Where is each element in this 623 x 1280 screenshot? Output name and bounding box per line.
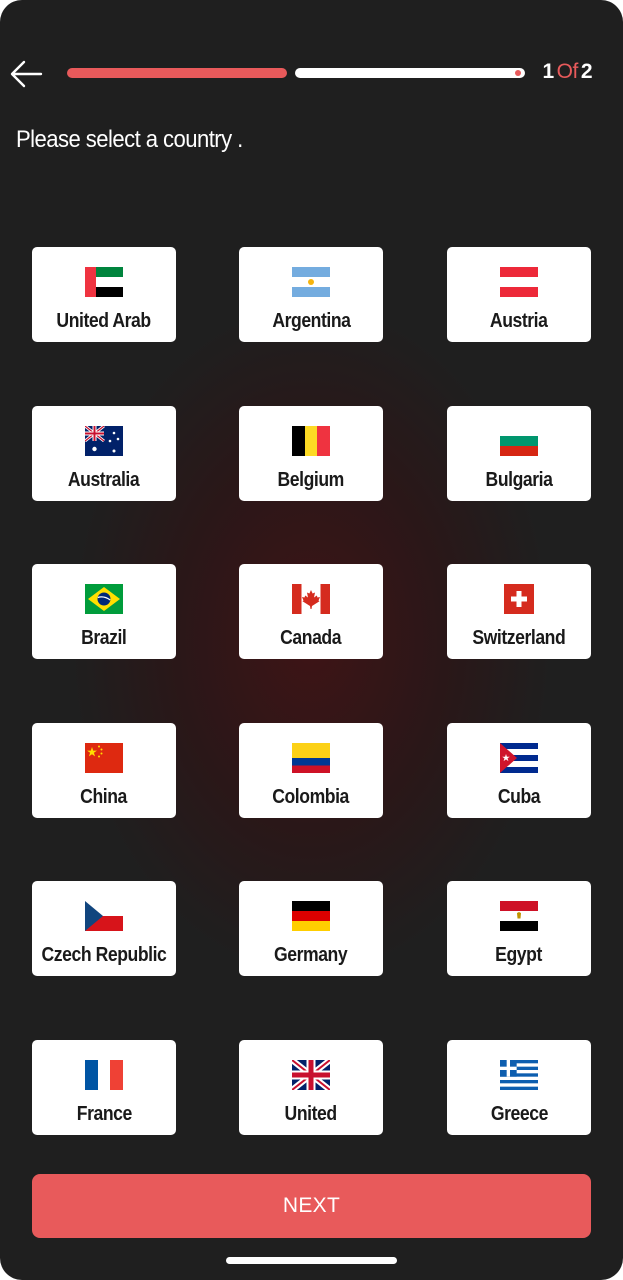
next-button[interactable]: NEXT <box>32 1174 591 1238</box>
country-label: China <box>32 786 176 809</box>
ae-flag-icon <box>85 267 123 297</box>
cu-flag-icon <box>500 743 538 773</box>
country-label: Canada <box>239 627 383 650</box>
country-name: Australia <box>68 469 140 491</box>
country-card[interactable]: Switzerland <box>447 564 591 659</box>
country-name: Belgium <box>277 469 345 491</box>
progress-end-dot <box>515 70 521 76</box>
country-name: Colombia <box>272 786 350 808</box>
br-flag-icon <box>85 584 123 614</box>
step-of: Of <box>556 60 579 83</box>
cn-flag-icon <box>85 743 123 773</box>
au-flag-icon <box>85 426 123 456</box>
country-label: Argentina <box>239 310 383 333</box>
country-name: Argentina <box>271 310 351 332</box>
country-card[interactable]: Bulgaria <box>447 406 591 501</box>
country-card[interactable]: Australia <box>32 406 176 501</box>
country-label: Belgium <box>239 469 383 492</box>
fr-flag-icon <box>85 1060 123 1090</box>
step-indicator: 1 Of 2 <box>542 60 592 84</box>
country-name: Cuba <box>497 786 541 808</box>
ch-flag-icon <box>500 584 538 614</box>
country-name: Bulgaria <box>485 469 553 491</box>
country-card[interactable]: Greece <box>447 1040 591 1135</box>
be-flag-icon <box>292 426 330 456</box>
country-label: Australia <box>32 469 176 492</box>
progress-fill <box>67 68 287 78</box>
country-card[interactable]: Czech Republic <box>32 881 176 976</box>
country-label: France <box>32 1103 176 1126</box>
country-name: Germany <box>274 944 348 966</box>
country-card[interactable]: Brazil <box>32 564 176 659</box>
progress-remaining <box>295 68 525 78</box>
country-card[interactable]: Austria <box>447 247 591 342</box>
step-total: 2 <box>580 60 593 83</box>
country-card[interactable]: France <box>32 1040 176 1135</box>
country-label: Greece <box>447 1103 591 1126</box>
country-card[interactable]: China <box>32 723 176 818</box>
eg-flag-icon <box>500 901 538 931</box>
country-label: Austria <box>447 310 591 333</box>
country-card[interactable]: Belgium <box>239 406 383 501</box>
country-label: Cuba <box>447 786 591 809</box>
country-card[interactable]: Germany <box>239 881 383 976</box>
country-label: Czech Republic <box>32 944 176 967</box>
country-name: Greece <box>490 1103 548 1125</box>
ca-flag-icon <box>292 584 330 614</box>
country-label: Brazil <box>32 627 176 650</box>
app-screen: 1 Of 2 Please select a country . United Ar… <box>0 0 623 1280</box>
country-card[interactable]: United Arab <box>32 247 176 342</box>
country-name: France <box>76 1103 132 1125</box>
gr-flag-icon <box>500 1060 538 1090</box>
step-current: 1 <box>542 60 554 83</box>
country-grid: United Arab Argentina Austria Australia Belg… <box>32 247 591 1135</box>
back-button[interactable] <box>8 58 44 90</box>
country-card[interactable]: Cuba <box>447 723 591 818</box>
country-name: Czech Republic <box>41 944 167 966</box>
country-card[interactable]: United <box>239 1040 383 1135</box>
country-label: Switzerland <box>447 627 591 650</box>
country-label: Bulgaria <box>447 469 591 492</box>
country-label: United <box>239 1103 383 1126</box>
back-arrow-icon <box>10 60 43 88</box>
gb-flag-icon <box>292 1060 330 1090</box>
ar-flag-icon <box>292 267 330 297</box>
home-indicator <box>226 1257 397 1264</box>
country-name: United Arab <box>56 310 152 332</box>
country-label: Egypt <box>447 944 591 967</box>
country-label: United Arab <box>32 310 176 333</box>
country-name: Egypt <box>495 944 543 966</box>
country-name: Switzerland <box>472 627 566 649</box>
bg-flag-icon <box>500 426 538 456</box>
country-name: Austria <box>490 310 548 332</box>
country-name: United <box>284 1103 338 1125</box>
de-flag-icon <box>292 901 330 931</box>
country-name: China <box>80 786 128 808</box>
country-label: Germany <box>239 944 383 967</box>
country-card[interactable]: Canada <box>239 564 383 659</box>
country-label: Colombia <box>239 786 383 809</box>
progress-bar <box>66 67 526 79</box>
country-name: Canada <box>280 627 342 649</box>
cz-flag-icon <box>85 901 123 931</box>
co-flag-icon <box>292 743 330 773</box>
country-card[interactable]: Argentina <box>239 247 383 342</box>
page-prompt: Please select a country . <box>16 126 243 153</box>
at-flag-icon <box>500 267 538 297</box>
country-card[interactable]: Egypt <box>447 881 591 976</box>
country-card[interactable]: Colombia <box>239 723 383 818</box>
country-name: Brazil <box>81 627 127 649</box>
